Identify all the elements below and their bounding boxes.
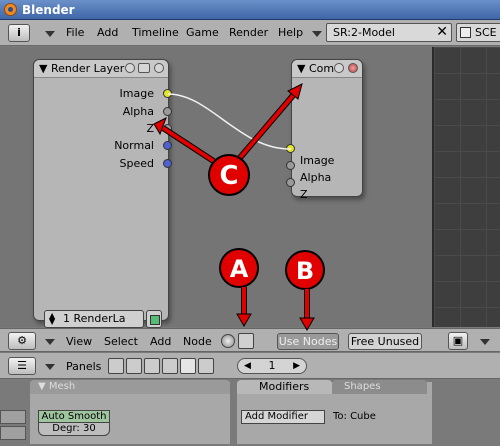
annotation-arrow-c2	[236, 90, 298, 162]
annotation-label-a: A	[230, 255, 249, 283]
annotation-overlay: C A B	[153, 83, 325, 331]
annotation-arrow-c1	[161, 126, 217, 164]
annotation-label-c: C	[219, 161, 238, 191]
annotation-label-b: B	[296, 257, 314, 285]
